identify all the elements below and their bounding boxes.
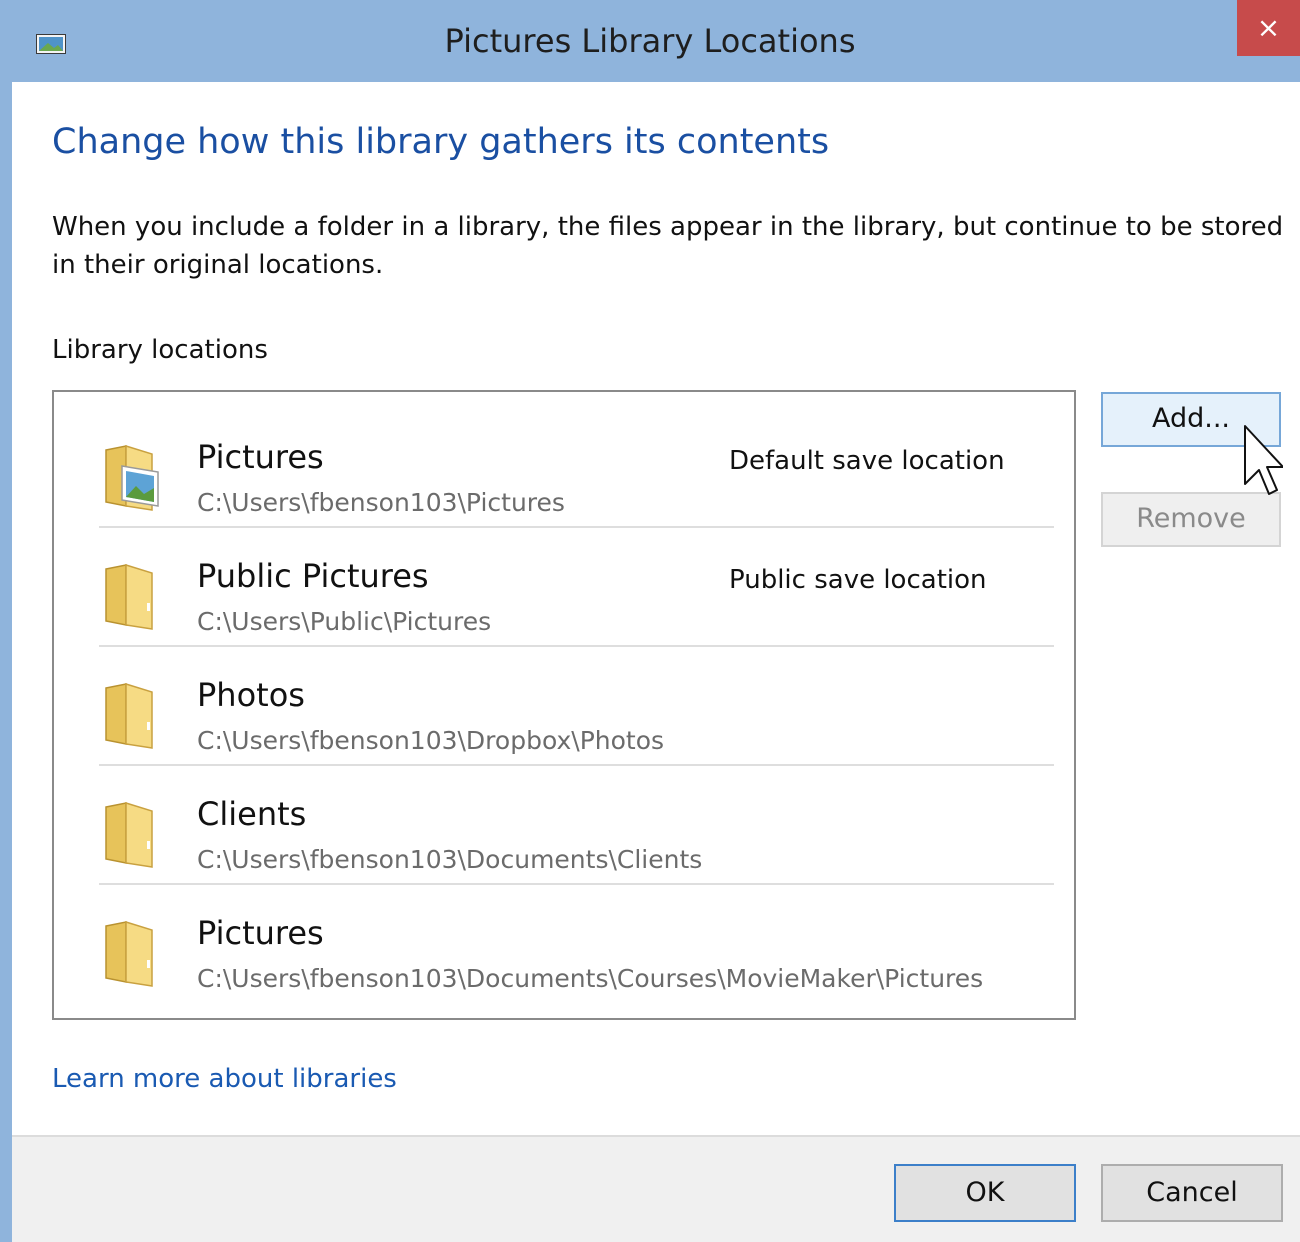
location-path: C:\Users\fbenson103\Documents\Courses\Mo… [197, 964, 984, 993]
library-locations-label: Library locations [52, 335, 268, 365]
folder-icon [105, 920, 153, 987]
dialog-content: Change how this library gathers its cont… [12, 82, 1300, 1242]
list-item[interactable]: Clients C:\Users\fbenson103\Documents\Cl… [99, 767, 1054, 885]
location-path: C:\Users\fbenson103\Dropbox\Photos [197, 726, 665, 755]
learn-more-link[interactable]: Learn more about libraries [52, 1064, 397, 1094]
window-title: Pictures Library Locations [444, 22, 856, 60]
location-name: Clients [197, 795, 307, 833]
row-divider [99, 645, 1054, 647]
location-note: Default save location [729, 446, 1005, 476]
list-item[interactable]: Pictures C:\Users\fbenson103\Documents\C… [99, 886, 1054, 1004]
cancel-button[interactable]: Cancel [1101, 1164, 1283, 1222]
row-divider [99, 883, 1054, 885]
location-name: Pictures [197, 914, 324, 952]
description-text: When you include a folder in a library, … [52, 212, 1284, 280]
library-locations-list[interactable]: Pictures C:\Users\fbenson103\Pictures De… [52, 390, 1076, 1020]
ok-button[interactable]: OK [894, 1164, 1076, 1222]
folder-icon [105, 682, 153, 749]
folder-icon [105, 563, 153, 630]
location-path: C:\Users\fbenson103\Documents\Clients [197, 845, 703, 874]
location-name: Public Pictures [197, 557, 429, 595]
page-heading: Change how this library gathers its cont… [52, 122, 830, 162]
pictures-folder-icon [105, 444, 159, 511]
list-item[interactable]: Photos C:\Users\fbenson103\Dropbox\Photo… [99, 648, 1054, 766]
close-icon: × [1256, 11, 1281, 44]
title-bar[interactable]: Pictures Library Locations × [0, 0, 1300, 82]
location-name: Photos [197, 676, 305, 714]
location-name: Pictures [197, 438, 324, 476]
list-item[interactable]: Public Pictures C:\Users\Public\Pictures… [99, 529, 1054, 647]
location-note: Public save location [729, 565, 987, 595]
location-path: C:\Users\Public\Pictures [197, 607, 492, 636]
dialog-window: Pictures Library Locations × Change how … [0, 0, 1300, 1242]
folder-icon [105, 801, 153, 868]
mouse-pointer-icon [1244, 425, 1283, 495]
row-divider [99, 764, 1054, 766]
dialog-footer: OK Cancel [12, 1135, 1300, 1242]
list-item[interactable]: Pictures C:\Users\fbenson103\Pictures De… [99, 410, 1054, 528]
close-button[interactable]: × [1237, 0, 1300, 56]
remove-button[interactable]: Remove [1101, 492, 1281, 547]
row-divider [99, 526, 1054, 528]
location-path: C:\Users\fbenson103\Pictures [197, 488, 565, 517]
